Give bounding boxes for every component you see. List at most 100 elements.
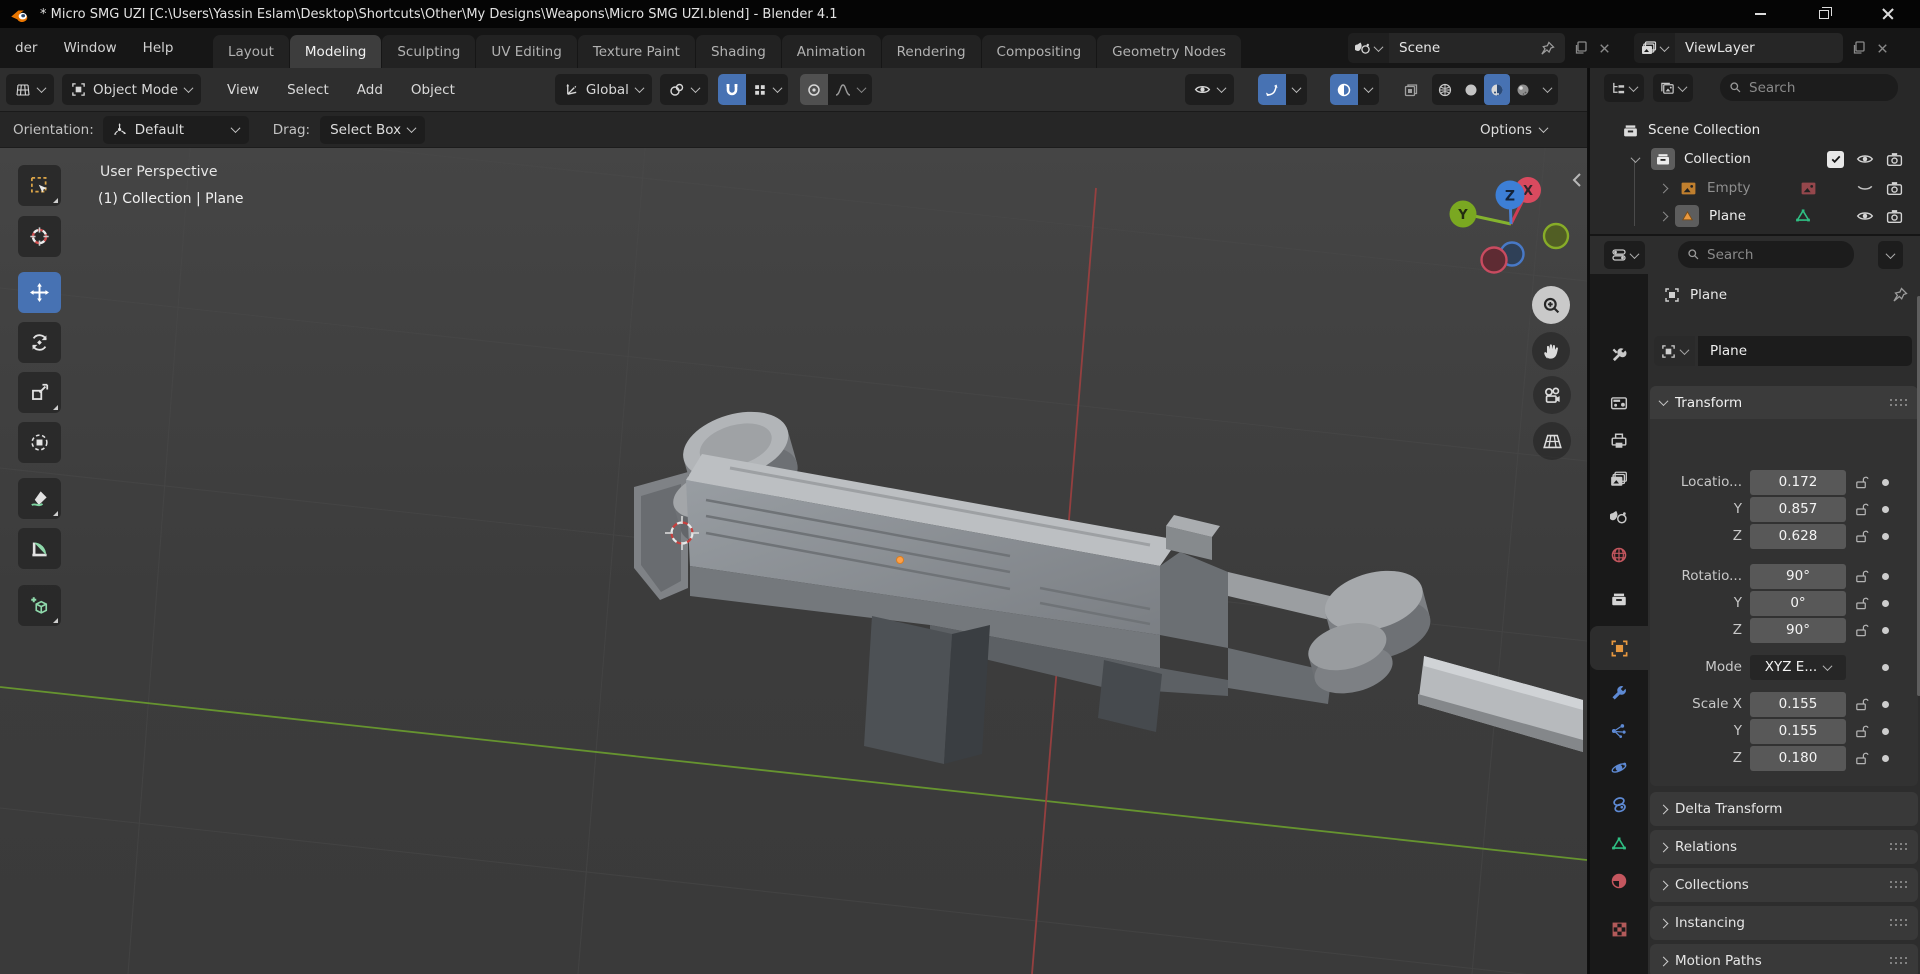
panel-grip-icon[interactable] — [1890, 398, 1908, 407]
visibility-dropdown[interactable] — [1185, 74, 1234, 105]
tab-shading[interactable]: Shading — [695, 35, 781, 68]
tool-scale[interactable] — [18, 372, 61, 413]
lock-icon[interactable] — [1854, 618, 1870, 643]
tab-modeling[interactable]: Modeling — [289, 35, 382, 68]
tab-animation[interactable]: Animation — [781, 35, 881, 68]
section-relations[interactable]: Relations — [1650, 830, 1918, 864]
tab-sculpting[interactable]: Sculpting — [382, 35, 476, 68]
options-dropdown[interactable]: Options — [1480, 122, 1549, 138]
lock-icon[interactable] — [1854, 719, 1870, 744]
collection-checkbox[interactable] — [1827, 150, 1844, 168]
animate-dot[interactable] — [1882, 746, 1890, 771]
outliner-filter-button[interactable] — [1653, 74, 1693, 102]
tool-transform[interactable] — [18, 422, 61, 463]
close-button[interactable] — [1856, 0, 1920, 28]
animate-dot[interactable] — [1882, 564, 1890, 589]
rotation-mode-dropdown[interactable]: XYZ E... — [1750, 655, 1846, 680]
properties-options-dropdown[interactable] — [1878, 241, 1903, 269]
eye-icon[interactable] — [1856, 150, 1874, 168]
location-x-field[interactable]: 0.172 — [1750, 470, 1846, 495]
animate-dot[interactable] — [1882, 470, 1890, 495]
rotation-x-field[interactable]: 90° — [1750, 564, 1846, 589]
tab-texture-paint[interactable]: Texture Paint — [577, 35, 695, 68]
gizmo-dropdown[interactable] — [1286, 74, 1307, 105]
zoom-button[interactable] — [1532, 286, 1570, 324]
outliner-search-input[interactable] — [1749, 79, 1889, 96]
lock-icon[interactable] — [1854, 497, 1870, 522]
tab-object[interactable] — [1590, 626, 1648, 670]
tab-modifiers[interactable] — [1590, 674, 1648, 712]
gizmo-axis-y-neg[interactable] — [1542, 222, 1570, 250]
tab-uv-editing[interactable]: UV Editing — [476, 35, 577, 68]
xray-toggle[interactable] — [1394, 74, 1428, 105]
menu-add[interactable]: Add — [343, 82, 397, 98]
orthographic-toggle-button[interactable] — [1533, 422, 1571, 460]
properties-search-input[interactable] — [1707, 246, 1845, 263]
scale-z-field[interactable]: 0.180 — [1750, 746, 1846, 771]
drag-dropdown[interactable]: Select Box — [320, 115, 426, 144]
eye-closed-icon[interactable] — [1856, 179, 1874, 197]
panel-grip-icon[interactable] — [1890, 919, 1908, 927]
outliner-search[interactable] — [1720, 74, 1898, 101]
gizmo-axis-x-neg[interactable] — [1480, 246, 1508, 274]
tab-physics[interactable] — [1590, 749, 1648, 787]
tool-annotate[interactable] — [18, 478, 61, 519]
overlays-dropdown[interactable] — [1358, 74, 1379, 105]
minimize-button[interactable] — [1728, 0, 1792, 28]
properties-search[interactable] — [1678, 241, 1854, 268]
eye-icon[interactable] — [1856, 207, 1874, 225]
shading-solid-button[interactable] — [1458, 74, 1484, 105]
camera-icon[interactable] — [1886, 180, 1903, 197]
pin-icon[interactable] — [1892, 287, 1908, 303]
outliner-row-plane[interactable]: Plane — [1590, 202, 1920, 230]
lock-icon[interactable] — [1854, 470, 1870, 495]
tab-constraints[interactable] — [1590, 786, 1648, 824]
show-overlays-toggle[interactable] — [1330, 74, 1358, 105]
new-scene-icon[interactable] — [1573, 40, 1589, 56]
mode-dropdown[interactable]: Object Mode — [62, 74, 202, 105]
lock-icon[interactable] — [1854, 591, 1870, 616]
tab-rendering[interactable]: Rendering — [881, 35, 981, 68]
tab-layout[interactable]: Layout — [213, 35, 289, 68]
remove-viewlayer-icon[interactable] — [1875, 41, 1890, 56]
scale-y-field[interactable]: 0.155 — [1750, 719, 1846, 744]
scene-name-field[interactable]: Scene — [1389, 33, 1565, 63]
viewlayer-name-field[interactable]: ViewLayer — [1675, 33, 1843, 63]
section-instancing[interactable]: Instancing — [1650, 906, 1918, 940]
rotation-y-field[interactable]: 0° — [1750, 591, 1846, 616]
unlink-scene-icon[interactable] — [1597, 41, 1612, 56]
menu-help[interactable]: Help — [130, 40, 187, 56]
outliner-row-empty[interactable]: Empty — [1590, 174, 1920, 202]
shading-rendered-button[interactable] — [1510, 74, 1536, 105]
transform-panel-header[interactable]: Transform — [1650, 386, 1918, 419]
object-name-input[interactable] — [1698, 336, 1912, 366]
scale-x-field[interactable]: 0.155 — [1750, 692, 1846, 717]
panel-grip-icon[interactable] — [1890, 957, 1908, 965]
tab-scene[interactable] — [1590, 498, 1648, 536]
chevron-down-icon[interactable] — [1630, 152, 1641, 163]
tab-texture[interactable] — [1590, 910, 1648, 948]
tab-geometry-nodes[interactable]: Geometry Nodes — [1097, 35, 1242, 68]
menu-view[interactable]: View — [213, 82, 273, 98]
panel-grip-icon[interactable] — [1890, 881, 1908, 889]
chevron-right-icon[interactable] — [1658, 211, 1669, 221]
navigation-gizmo[interactable]: X Z Y — [1449, 177, 1570, 274]
tab-tool[interactable] — [1590, 336, 1648, 374]
menu-select[interactable]: Select — [273, 82, 343, 98]
outliner-row-scene-collection[interactable]: Scene Collection — [1590, 116, 1920, 144]
properties-editor-type-button[interactable] — [1604, 241, 1645, 269]
outliner-display-mode-button[interactable] — [1604, 74, 1644, 102]
falloff-dropdown[interactable] — [827, 74, 872, 105]
lock-icon[interactable] — [1854, 524, 1870, 549]
chevron-right-icon[interactable] — [1658, 183, 1669, 193]
camera-view-button[interactable] — [1533, 376, 1571, 414]
tool-add-cube[interactable] — [18, 585, 61, 626]
restore-button[interactable] — [1792, 0, 1856, 28]
tab-world[interactable] — [1590, 536, 1648, 574]
tab-compositing[interactable]: Compositing — [981, 35, 1097, 68]
shading-material-button[interactable] — [1484, 74, 1510, 105]
tab-material[interactable] — [1590, 862, 1648, 900]
orientation-dropdown[interactable]: Default — [102, 115, 249, 144]
pan-button[interactable] — [1532, 332, 1570, 370]
animate-dot[interactable] — [1882, 524, 1890, 549]
